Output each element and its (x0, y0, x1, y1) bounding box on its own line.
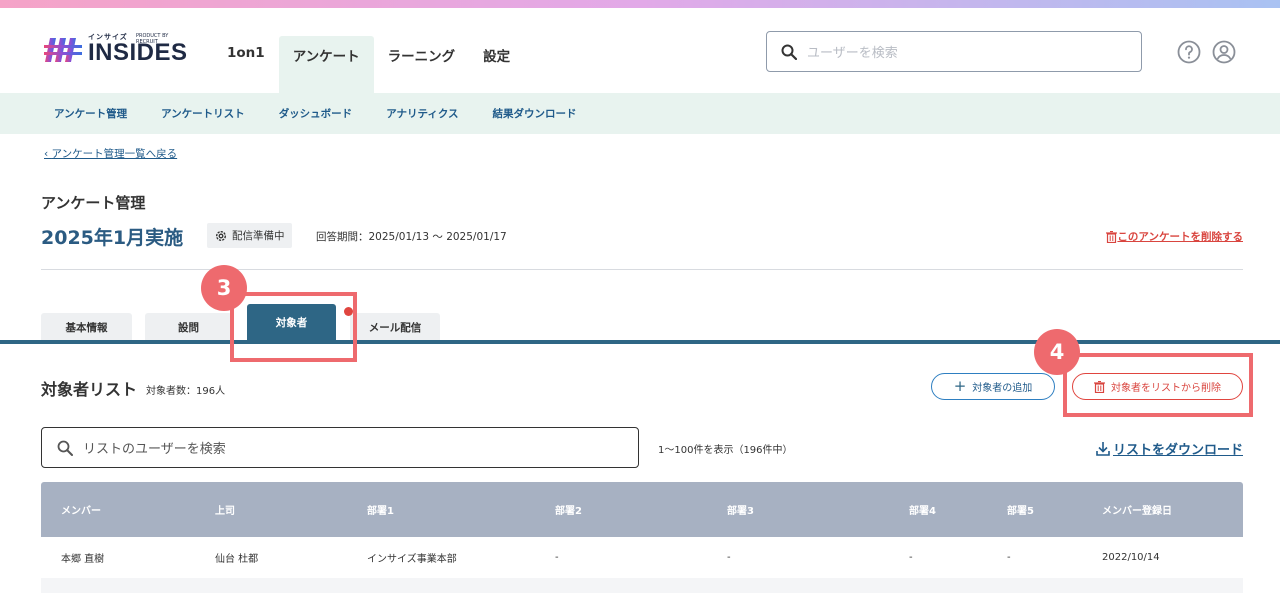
trash-icon (1106, 230, 1118, 243)
delete-survey-link[interactable]: このアンケートを削除する (1106, 229, 1243, 244)
cell-dept4: - (909, 552, 913, 563)
cell-dept2: - (555, 552, 559, 563)
tab-bar-underline (0, 340, 1280, 344)
insides-logo[interactable]: インサイズ PRODUCT BY RECRUIT INSIDES (44, 30, 187, 70)
column-header-dept2[interactable]: 部署2 (555, 482, 582, 537)
cell-dept5: - (1007, 552, 1011, 563)
answer-period: 回答期間：2025/01/13 〜 2025/01/17 (316, 231, 507, 243)
list-search-input[interactable]: リストのユーザーを検索 (41, 427, 639, 468)
subnav-item-result-download[interactable]: 結果ダウンロード (493, 106, 577, 121)
cell-member: 本郷 直樹 (61, 554, 105, 565)
top-gradient-bar (0, 0, 1280, 8)
sub-nav: アンケート管理 アンケートリスト ダッシュボード アナリティクス 結果ダウンロー… (0, 93, 1280, 134)
column-header-manager[interactable]: 上司 (215, 482, 235, 537)
status-badge: 配信準備中 (207, 223, 292, 248)
delete-survey-label: このアンケートを削除する (1117, 231, 1243, 243)
gnav-item-survey[interactable]: アンケート (278, 36, 374, 93)
user-account-icon[interactable] (1212, 40, 1236, 64)
table-header: メンバー 上司 部署1 部署2 部署3 部署4 部署5 メンバー登録日 (41, 482, 1243, 537)
download-list-link[interactable]: リストをダウンロード (1096, 439, 1243, 458)
gnav-item-1on1[interactable]: 1on1 (213, 36, 279, 93)
add-target-label: 対象者の追加 (972, 383, 1033, 394)
target-table: メンバー 上司 部署1 部署2 部署3 部署4 部署5 メンバー登録日 本郷 直… (41, 482, 1243, 593)
logo-main-text: INSIDES (88, 39, 188, 66)
status-label: 配信準備中 (232, 230, 285, 242)
step-badge-4: 4 (1034, 329, 1080, 375)
gnav-item-settings[interactable]: 設定 (469, 36, 524, 93)
plus-icon: + (953, 377, 967, 395)
search-icon (57, 440, 73, 456)
subnav-item-analytics[interactable]: アナリティクス (386, 106, 458, 121)
page-label: アンケート管理 (41, 194, 146, 212)
logo-mark-icon (44, 38, 82, 62)
column-header-registered-date[interactable]: メンバー登録日 (1102, 482, 1172, 537)
annotation-box-step3 (230, 292, 357, 362)
table-row[interactable] (41, 578, 1243, 593)
gnav-item-learning[interactable]: ラーニング (374, 36, 470, 93)
search-icon (781, 44, 797, 60)
list-search-placeholder: リストのユーザーを検索 (83, 442, 226, 457)
target-list-title: 対象者リスト (41, 380, 138, 399)
cell-manager: 仙台 杜都 (215, 554, 259, 565)
result-range: 1〜100件を表示（196件中） (658, 445, 793, 456)
subnav-item-survey-list[interactable]: アンケートリスト (161, 106, 245, 121)
tab-questions[interactable]: 設問 (145, 313, 232, 341)
page-title: 2025年1月実施 (41, 227, 184, 249)
breadcrumb-back-link[interactable]: ‹ アンケート管理一覧へ戻る (44, 146, 177, 161)
gear-icon (215, 230, 227, 241)
cell-registered-date: 2022/10/14 (1102, 552, 1160, 563)
column-header-dept5[interactable]: 部署5 (1007, 482, 1034, 537)
chevron-left-icon: ‹ (44, 148, 52, 160)
tab-email-delivery[interactable]: メール配信 (350, 313, 440, 341)
annotation-box-step4 (1063, 353, 1253, 417)
global-nav: 1on1 アンケート ラーニング 設定 (213, 36, 524, 93)
cell-dept1: インサイズ事業本部 (367, 554, 457, 565)
breadcrumb-label: アンケート管理一覧へ戻る (51, 148, 178, 160)
cell-dept3: - (727, 552, 731, 563)
step-badge-3: 3 (201, 265, 247, 311)
table-row[interactable]: 本郷 直樹 仙台 杜都 インサイズ事業本部 - - - - 2022/10/14 (41, 537, 1243, 578)
tab-basic-info[interactable]: 基本情報 (41, 313, 132, 341)
column-header-member[interactable]: メンバー (61, 482, 101, 537)
column-header-dept4[interactable]: 部署4 (909, 482, 936, 537)
user-search-input[interactable]: ユーザーを検索 (766, 31, 1142, 72)
header: インサイズ PRODUCT BY RECRUIT INSIDES 1on1 アン… (0, 8, 1280, 93)
user-search-placeholder: ユーザーを検索 (807, 46, 898, 61)
download-icon (1096, 442, 1110, 456)
target-count: 対象者数：196人 (146, 386, 226, 397)
subnav-item-survey-management[interactable]: アンケート管理 (54, 106, 127, 121)
help-icon[interactable] (1177, 40, 1201, 64)
column-header-dept3[interactable]: 部署3 (727, 482, 754, 537)
download-list-label: リストをダウンロード (1112, 443, 1243, 458)
add-target-button[interactable]: + 対象者の追加 (931, 373, 1055, 400)
column-header-dept1[interactable]: 部署1 (367, 482, 394, 537)
subnav-item-dashboard[interactable]: ダッシュボード (279, 106, 353, 121)
